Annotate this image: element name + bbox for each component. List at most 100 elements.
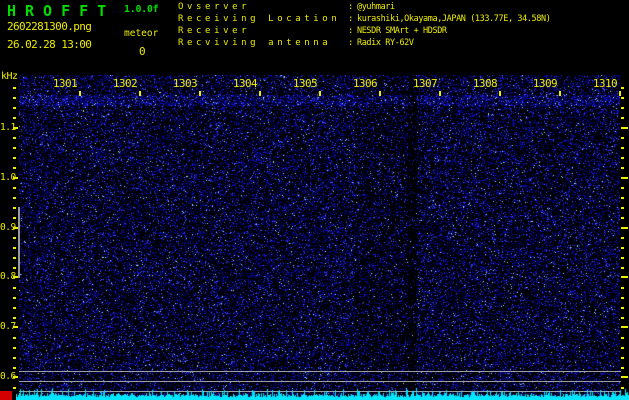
x-axis-tick-label: 1306 xyxy=(352,77,378,90)
y-axis-minor-tick-right xyxy=(621,297,624,299)
y-axis-unit-label: kHz xyxy=(1,71,18,82)
y-axis-tick-label: 0.9 xyxy=(0,222,16,233)
y-axis-minor-tick xyxy=(13,287,16,289)
x-axis-tick xyxy=(559,91,561,96)
y-axis-minor-tick xyxy=(13,247,16,249)
y-axis-minor-tick xyxy=(13,167,16,169)
x-axis-tick-label: 1307 xyxy=(412,77,438,90)
y-axis-major-tick-right xyxy=(621,276,628,278)
info-label: Recviving antenna xyxy=(178,38,332,48)
info-separator: : xyxy=(348,2,354,12)
y-axis-minor-tick xyxy=(13,157,16,159)
info-value: @yuhmari xyxy=(357,2,395,12)
y-axis-minor-tick xyxy=(13,107,16,109)
recording-marker xyxy=(0,391,12,400)
datetime-label: 26.02.28 13:00 xyxy=(7,38,92,51)
y-axis-minor-tick-right xyxy=(621,157,624,159)
x-axis-tick-label: 1309 xyxy=(532,77,558,90)
x-axis-tick xyxy=(319,91,321,96)
info-row-receiver: Receiver: NESDR SMArt + HDSDR xyxy=(178,26,550,38)
info-row-antenna: Recviving antenna: Radix RY-62V xyxy=(178,38,550,50)
y-axis-minor-tick xyxy=(13,297,16,299)
x-axis-tick xyxy=(439,91,441,96)
y-axis-minor-tick xyxy=(13,337,16,339)
x-axis-tick xyxy=(499,91,501,96)
x-axis-tick xyxy=(619,91,621,96)
y-axis-minor-tick xyxy=(13,207,16,209)
x-axis-tick-label: 1304 xyxy=(232,77,258,90)
x-axis-tick-label: 1303 xyxy=(172,77,198,90)
meteor-counter-value: 0 xyxy=(139,45,146,58)
y-axis-tick-label: 0.8 xyxy=(0,271,16,282)
y-axis-minor-tick-right xyxy=(621,387,624,389)
x-axis-tick-label: 1308 xyxy=(472,77,498,90)
y-axis-tick-label: 1.0 xyxy=(0,172,16,183)
y-axis-minor-tick-right xyxy=(621,257,624,259)
y-axis-major-tick xyxy=(13,376,18,378)
y-axis-minor-tick xyxy=(13,147,16,149)
y-axis-minor-tick xyxy=(13,137,16,139)
y-axis-minor-tick xyxy=(13,317,16,319)
y-axis-minor-tick xyxy=(13,217,16,219)
app-title: HROFFT xyxy=(7,2,116,20)
y-axis-minor-tick xyxy=(13,97,16,99)
y-axis-minor-tick-right xyxy=(621,187,624,189)
spectrogram-canvas xyxy=(19,75,620,400)
y-axis-minor-tick xyxy=(13,357,16,359)
y-axis-minor-tick-right xyxy=(621,307,624,309)
y-axis-minor-tick-right xyxy=(621,97,624,99)
x-axis-tick xyxy=(199,91,201,96)
y-axis-minor-tick xyxy=(13,257,16,259)
y-axis-tick-label: 0.6 xyxy=(0,371,16,382)
y-axis-minor-tick xyxy=(13,367,16,369)
x-axis-tick-label: 1302 xyxy=(112,77,138,90)
y-axis-minor-tick-right xyxy=(621,337,624,339)
meteor-counter-label: meteor xyxy=(124,28,159,39)
y-axis-major-tick xyxy=(13,326,18,328)
y-axis-minor-tick xyxy=(13,197,16,199)
info-separator: : xyxy=(348,38,354,48)
info-value: NESDR SMArt + HDSDR xyxy=(357,26,447,36)
y-axis-minor-tick-right xyxy=(621,347,624,349)
info-separator: : xyxy=(348,26,354,36)
x-axis-tick xyxy=(259,91,261,96)
info-label: Receiver xyxy=(178,26,251,36)
y-axis-minor-tick-right xyxy=(621,147,624,149)
info-row-observer: Ovserver: @yuhmari xyxy=(178,2,550,14)
reference-line xyxy=(19,371,621,372)
y-axis-minor-tick-right xyxy=(621,267,624,269)
y-axis-major-tick xyxy=(13,177,18,179)
y-axis-major-tick-right xyxy=(621,127,628,129)
y-axis-major-tick-right xyxy=(621,177,628,179)
y-axis-minor-tick-right xyxy=(621,247,624,249)
y-axis-minor-tick-right xyxy=(621,367,624,369)
y-axis-tick-label: 0.7 xyxy=(0,321,16,332)
y-axis-minor-tick xyxy=(13,117,16,119)
y-axis-minor-tick-right xyxy=(621,287,624,289)
y-axis-minor-tick-right xyxy=(621,167,624,169)
calibration-bar xyxy=(18,207,20,278)
y-axis-minor-tick-right xyxy=(621,207,624,209)
y-axis-minor-tick xyxy=(13,347,16,349)
y-axis-minor-tick-right xyxy=(621,217,624,219)
y-axis-major-tick xyxy=(13,276,18,278)
y-axis-minor-tick xyxy=(13,267,16,269)
info-value: Radix RY-62V xyxy=(357,38,414,48)
y-axis-tick-label: 1.1 xyxy=(0,122,16,133)
y-axis-minor-tick xyxy=(13,387,16,389)
y-axis-minor-tick-right xyxy=(621,237,624,239)
y-axis-minor-tick-right xyxy=(621,137,624,139)
y-axis-minor-tick-right xyxy=(621,357,624,359)
y-axis-minor-tick-right xyxy=(621,87,624,89)
x-axis-tick-label: 1301 xyxy=(52,77,78,90)
y-axis-major-tick xyxy=(13,127,18,129)
info-row-location: Receiving Location: kurashiki,Okayama,JAP… xyxy=(178,14,551,26)
info-separator: : xyxy=(348,14,354,24)
x-axis-tick xyxy=(79,91,81,96)
filename-label: 2602281300.png xyxy=(7,20,92,33)
y-axis-minor-tick xyxy=(13,237,16,239)
x-axis-tick-label: 1310 xyxy=(592,77,618,90)
y-axis-major-tick xyxy=(13,227,18,229)
y-axis-major-tick-right xyxy=(621,326,628,328)
x-axis-tick xyxy=(139,91,141,96)
